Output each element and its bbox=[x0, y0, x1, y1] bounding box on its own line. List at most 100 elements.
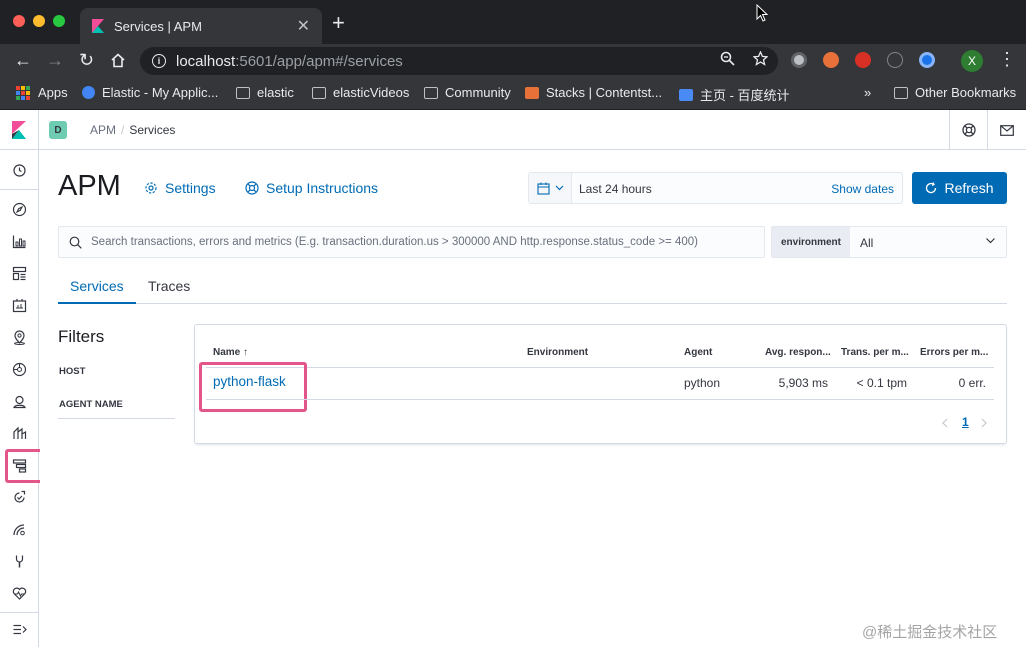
tab-close-icon[interactable]: ✕ bbox=[297, 16, 310, 36]
forward-arrow-icon[interactable]: → bbox=[46, 50, 64, 70]
discover-compass-icon[interactable] bbox=[12, 202, 27, 217]
kibana-side-nav bbox=[0, 150, 43, 647]
bookmark-baidu[interactable]: 主页 - 百度统计 bbox=[679, 85, 790, 104]
zoom-icon[interactable] bbox=[720, 51, 735, 66]
table-divider bbox=[206, 367, 994, 368]
home-icon[interactable] bbox=[110, 53, 126, 68]
monitoring-heart-icon[interactable] bbox=[12, 586, 27, 601]
visualize-chart-icon[interactable] bbox=[12, 234, 27, 249]
bookmark-community[interactable]: Community bbox=[424, 85, 511, 100]
bookmark-elastic-videos[interactable]: elasticVideos bbox=[312, 85, 409, 100]
show-dates-link[interactable]: Show dates bbox=[831, 182, 894, 196]
reload-icon[interactable]: ↻ bbox=[79, 50, 94, 70]
bookmarks-overflow[interactable]: » bbox=[864, 85, 871, 100]
folder-icon bbox=[894, 86, 908, 99]
column-header-avg-response[interactable]: Avg. respon... bbox=[765, 347, 831, 358]
space-avatar[interactable]: D bbox=[49, 121, 67, 139]
setup-instructions-link[interactable]: Setup Instructions bbox=[245, 180, 378, 196]
recent-clock-icon[interactable] bbox=[12, 163, 27, 178]
chevron-down-icon bbox=[555, 185, 563, 191]
date-range-text[interactable]: Last 24 hours bbox=[579, 182, 652, 196]
stacks-icon bbox=[525, 86, 539, 99]
bookmark-other[interactable]: Other Bookmarks bbox=[894, 85, 1016, 100]
table-divider bbox=[206, 399, 994, 400]
search-icon bbox=[69, 236, 82, 249]
address-bar[interactable]: i localhost:5601/app/apm#/services bbox=[140, 47, 778, 75]
url-text[interactable]: localhost:5601/app/apm#/services bbox=[176, 53, 403, 70]
settings-link[interactable]: Settings bbox=[144, 180, 216, 196]
new-tab-icon[interactable]: + bbox=[332, 12, 345, 34]
apm-icon[interactable] bbox=[12, 458, 27, 473]
extension-record-icon[interactable] bbox=[791, 52, 807, 68]
back-arrow-icon[interactable]: ← bbox=[14, 50, 32, 70]
filter-agent-name[interactable]: AGENT NAME bbox=[59, 399, 123, 410]
pagination-next-icon[interactable] bbox=[980, 418, 988, 428]
breadcrumb-apm[interactable]: APM bbox=[90, 123, 116, 137]
collapse-nav-icon[interactable] bbox=[12, 622, 27, 637]
siem-icon[interactable] bbox=[12, 522, 27, 537]
column-header-errors-per-min[interactable]: Errors per m... bbox=[920, 347, 988, 358]
logs-icon[interactable] bbox=[12, 426, 27, 441]
extension-blue-icon[interactable] bbox=[919, 52, 935, 68]
minimize-window-button[interactable] bbox=[33, 15, 45, 27]
extension-orange-icon[interactable] bbox=[823, 52, 839, 68]
browser-tab[interactable]: Services | APM ✕ bbox=[80, 8, 322, 44]
infrastructure-icon[interactable] bbox=[12, 394, 27, 409]
cell-errors-per-min: 0 err. bbox=[958, 376, 986, 390]
site-info-icon[interactable]: i bbox=[152, 54, 166, 68]
filters-title: Filters bbox=[58, 327, 105, 346]
filter-host[interactable]: HOST bbox=[59, 366, 85, 377]
canvas-icon[interactable] bbox=[12, 298, 27, 313]
pagination-prev-icon[interactable] bbox=[941, 418, 949, 428]
page-title: APM bbox=[58, 170, 121, 202]
extension-info-icon[interactable] bbox=[887, 52, 903, 68]
column-header-trans-per-min[interactable]: Trans. per m... bbox=[841, 347, 909, 358]
bookmark-elastic[interactable]: elastic bbox=[236, 85, 294, 100]
profile-avatar[interactable]: X bbox=[961, 50, 983, 72]
sort-ascending-icon: ↑ bbox=[243, 347, 249, 358]
pagination-page[interactable]: 1 bbox=[962, 415, 969, 429]
bookmark-elastic-app[interactable]: Elastic - My Applic... bbox=[82, 85, 218, 100]
folder-icon bbox=[312, 86, 326, 99]
dashboard-icon[interactable] bbox=[12, 266, 27, 281]
bookmark-stacks[interactable]: Stacks | Contentst... bbox=[525, 85, 662, 100]
help-button[interactable] bbox=[949, 110, 987, 150]
tab-traces[interactable]: Traces bbox=[148, 278, 190, 304]
column-header-name[interactable]: Name ↑ bbox=[213, 347, 248, 358]
cell-trans-per-min: < 0.1 tpm bbox=[856, 376, 907, 390]
calendar-icon bbox=[536, 182, 550, 195]
column-header-agent[interactable]: Agent bbox=[684, 347, 712, 358]
cell-agent: python bbox=[684, 376, 721, 390]
dev-tools-icon[interactable] bbox=[12, 554, 27, 569]
nav-divider bbox=[0, 612, 39, 613]
tab-services[interactable]: Services bbox=[58, 278, 136, 304]
refresh-button[interactable]: Refresh bbox=[912, 172, 1007, 204]
close-window-button[interactable] bbox=[13, 15, 25, 27]
environment-label: environment bbox=[772, 227, 850, 257]
kql-search-input[interactable]: Search transactions, errors and metrics … bbox=[58, 226, 765, 258]
bookmark-star-icon[interactable] bbox=[753, 51, 768, 66]
bookmarks-bar: Apps Elastic - My Applic... elastic elas… bbox=[0, 78, 1026, 110]
zoom-window-button[interactable] bbox=[53, 15, 65, 27]
ml-icon[interactable] bbox=[12, 362, 27, 377]
extension-red-icon[interactable] bbox=[855, 52, 871, 68]
bookmark-apps[interactable]: Apps bbox=[16, 85, 68, 100]
breadcrumb-services: Services bbox=[129, 123, 176, 137]
quick-menu-button[interactable] bbox=[529, 173, 572, 203]
kibana-favicon-icon bbox=[92, 19, 104, 33]
maps-pin-icon[interactable] bbox=[12, 330, 27, 345]
folder-icon bbox=[236, 86, 250, 99]
gear-icon bbox=[145, 182, 157, 194]
environment-select[interactable]: environment All bbox=[771, 226, 1007, 258]
browser-menu-icon[interactable]: ⋮ bbox=[998, 49, 1016, 70]
service-highlight-box bbox=[199, 362, 307, 412]
help-lifebuoy-icon bbox=[961, 123, 976, 137]
elastic-app-icon bbox=[82, 86, 95, 99]
column-header-environment[interactable]: Environment bbox=[527, 347, 588, 358]
nav-divider bbox=[0, 189, 39, 190]
uptime-icon[interactable] bbox=[12, 490, 27, 505]
newsfeed-button[interactable] bbox=[987, 110, 1025, 150]
kibana-logo[interactable] bbox=[0, 110, 39, 150]
environment-value: All bbox=[860, 236, 874, 250]
kibana-header: D APM / Services bbox=[0, 110, 1026, 150]
